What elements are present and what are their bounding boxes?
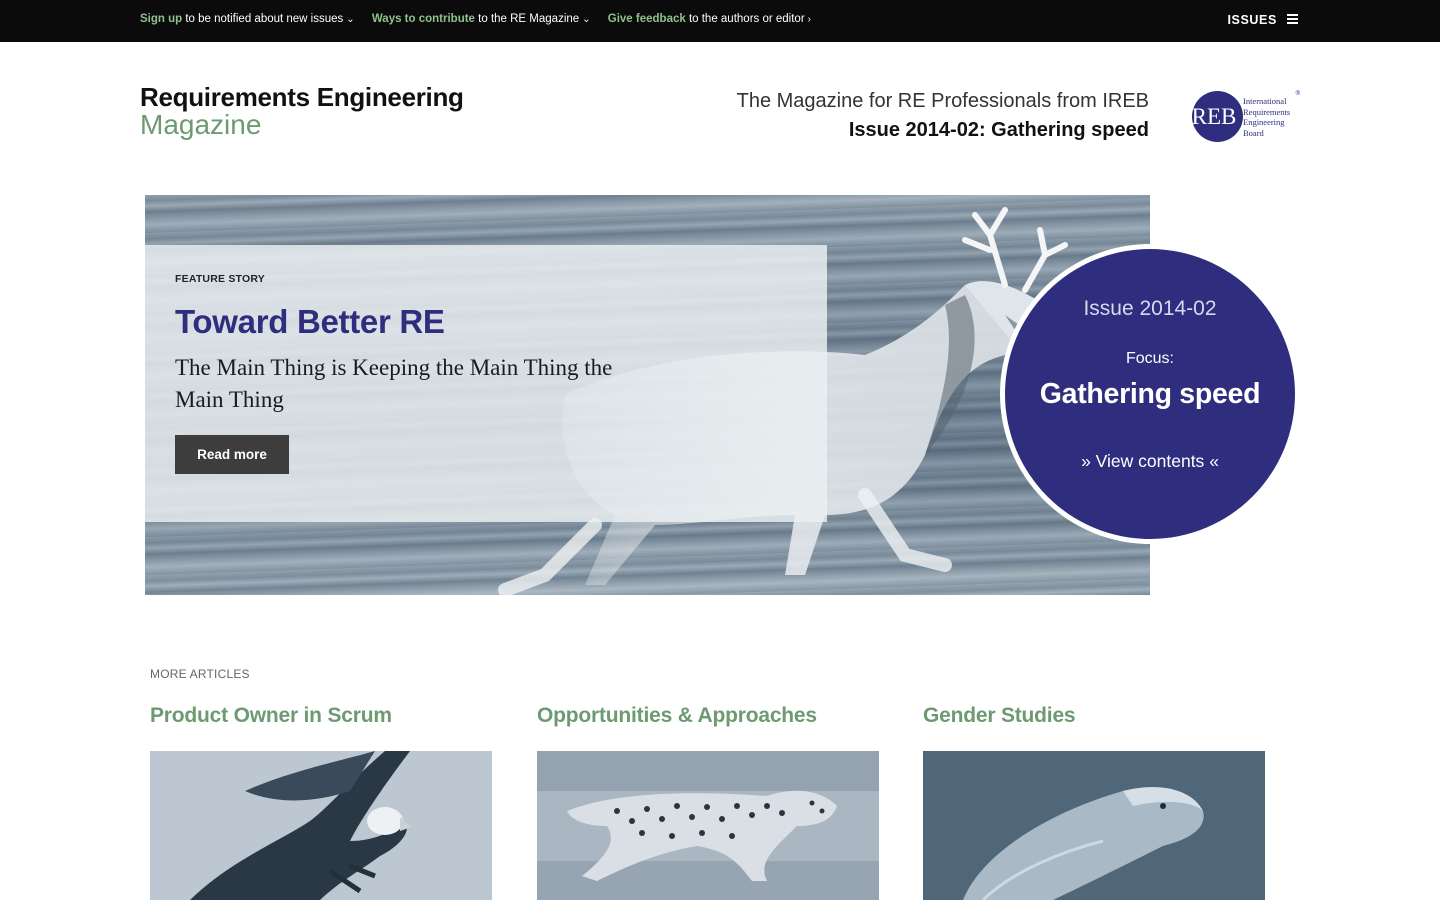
article-title[interactable]: Opportunities & Approaches (537, 704, 879, 728)
site-logo[interactable]: Requirements Engineering Magazine (140, 82, 464, 140)
ireb-logo-letters: IREB (1184, 104, 1237, 129)
issues-menu-button[interactable]: ISSUES (1227, 13, 1298, 27)
issue-badge[interactable]: Issue 2014-02 Focus: Gathering speed » V… (1000, 244, 1300, 544)
feature-story-card: FEATURE STORY Toward Better RE The Main … (145, 245, 827, 522)
read-more-button[interactable]: Read more (175, 435, 289, 474)
article-title[interactable]: Product Owner in Scrum (150, 704, 492, 728)
hamburger-menu-icon (1287, 12, 1298, 26)
issue-title: Issue 2014-02: Gathering speed (848, 119, 1149, 141)
chevron-down-icon: ⌄ (582, 14, 591, 25)
focus-label: Focus: (1125, 350, 1174, 367)
signup-link[interactable]: Sign up to be notified about new issues ⌄ (140, 13, 355, 25)
issue-number: Issue 2014-02 (1083, 297, 1217, 320)
chevron-right-icon: › (807, 14, 811, 25)
feedback-link[interactable]: Give feedback to the authors or editor › (608, 13, 811, 25)
article-title[interactable]: Gender Studies (923, 704, 1265, 728)
more-articles-label: MORE ARTICLES (150, 667, 250, 681)
issue-badge-circle: Issue 2014-02 Focus: Gathering speed » V… (1005, 249, 1295, 539)
top-bar-links: Sign up to be notified about new issues ⌄… (140, 13, 825, 25)
feature-subtitle: The Main Thing is Keeping the Main Thing… (175, 355, 613, 412)
seal-image[interactable] (923, 751, 1265, 900)
feature-title[interactable]: Toward Better RE (175, 303, 445, 341)
issues-label: ISSUES (1227, 13, 1277, 27)
tagline-text: The Magazine for RE Professionals from I… (736, 90, 1149, 112)
chevron-down-icon: ⌄ (346, 14, 355, 25)
feature-kicker: FEATURE STORY (175, 273, 265, 285)
view-contents-link[interactable]: » View contents « (1005, 451, 1295, 472)
eagle-image[interactable] (150, 751, 492, 900)
header-tagline: The Magazine for RE Professionals from I… (737, 90, 1149, 142)
focus-topic: Gathering speed (1039, 378, 1261, 410)
double-chevron-left-icon: « (1209, 451, 1219, 471)
registered-mark: ® (1295, 91, 1300, 97)
cheetah-image[interactable] (537, 751, 879, 900)
double-chevron-right-icon: » (1081, 451, 1091, 471)
article-card[interactable]: Product Owner in Scrum (150, 704, 492, 900)
ireb-logo-text: International Requirements Engineering B… (1243, 96, 1291, 138)
ireb-logo[interactable]: IREB International Requirements Engineer… (1184, 91, 1304, 143)
article-card[interactable]: Opportunities & Approaches (537, 704, 879, 900)
top-bar: Sign up to be notified about new issues ⌄… (0, 0, 1440, 42)
contribute-link[interactable]: Ways to contribute to the RE Magazine ⌄ (372, 13, 591, 25)
brand-line-1: Requirements Engineering (140, 82, 464, 112)
article-card[interactable]: Gender Studies (923, 704, 1265, 900)
brand-line-2: Magazine (140, 109, 262, 140)
